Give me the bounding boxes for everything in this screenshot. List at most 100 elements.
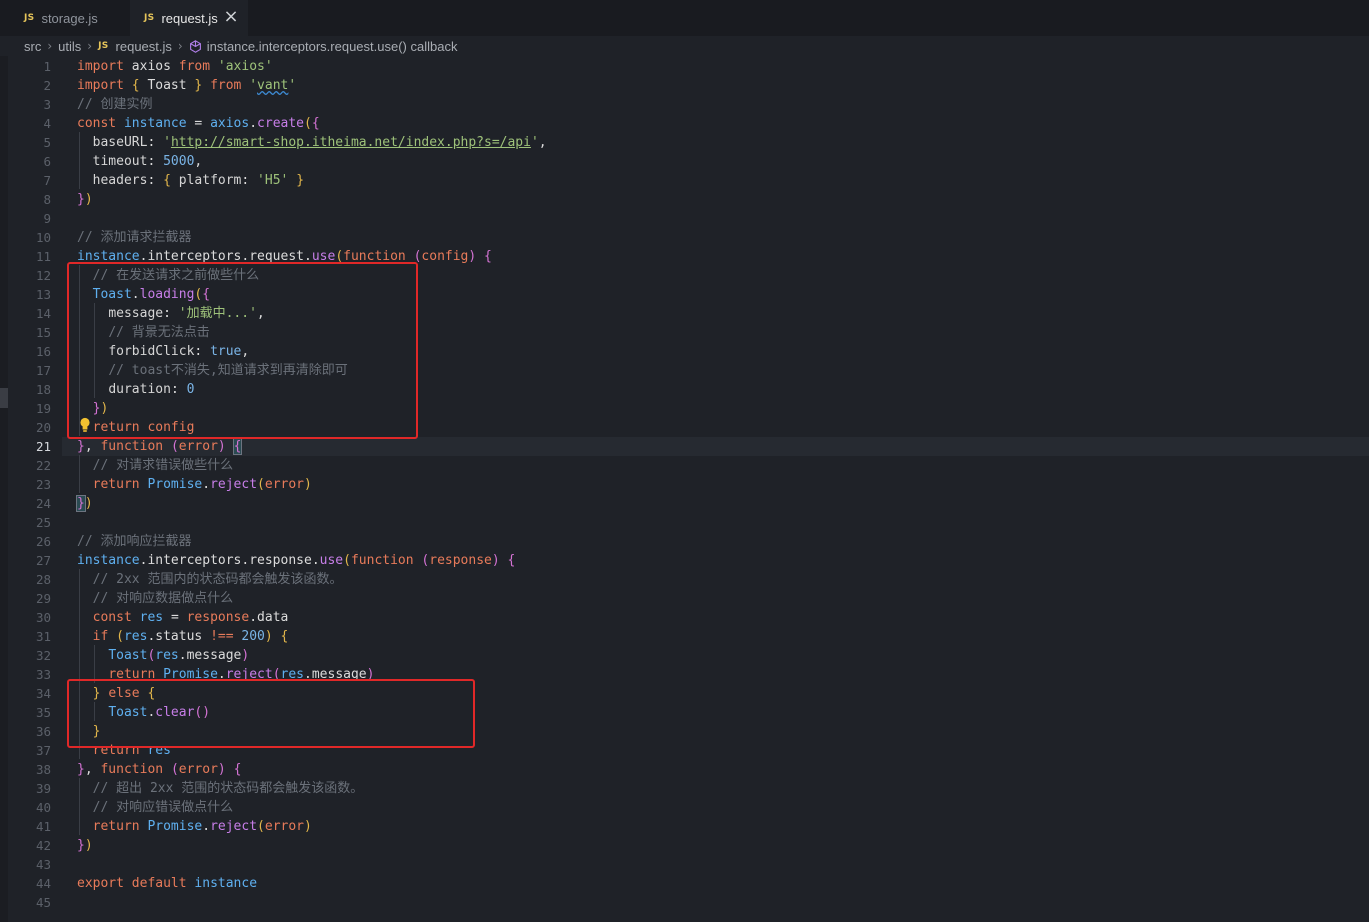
line-number: 24 [35, 496, 51, 511]
indent-guide [79, 132, 80, 189]
tab-bar: JS storage.js JS request.js × [0, 0, 1369, 36]
line-number: 29 [35, 591, 51, 606]
line-number: 7 [43, 173, 51, 188]
line-number: 16 [35, 344, 51, 359]
code-line[interactable]: 7 headers: { platform: 'H5' } [0, 171, 1369, 190]
indent-guide [79, 455, 80, 493]
line-code: // 添加请求拦截器 [77, 230, 192, 245]
line-code: }, function (error) { [77, 762, 242, 777]
line-code: }) [76, 495, 93, 512]
code-line[interactable]: 10 // 添加请求拦截器 [0, 228, 1369, 247]
code-line[interactable]: 26 // 添加响应拦截器 [0, 532, 1369, 551]
line-number: 19 [35, 401, 51, 416]
line-number: 8 [43, 192, 51, 207]
breadcrumb-item-src[interactable]: src [24, 39, 41, 54]
line-number: 37 [35, 743, 51, 758]
line-code: import axios from 'axios' [77, 59, 273, 74]
code-line[interactable]: 42}) [0, 836, 1369, 855]
code-line[interactable]: 4 const instance = axios.create({ [0, 114, 1369, 133]
code-line[interactable]: 22 // 对请求错误做些什么 [0, 456, 1369, 475]
code-line[interactable]: 32 Toast(res.message) [0, 646, 1369, 665]
code-line[interactable]: 1 import axios from 'axios' [0, 57, 1369, 76]
chevron-right-icon: › [47, 39, 53, 53]
line-number: 41 [35, 819, 51, 834]
line-code: // 2xx 范围内的状态码都会触发该函数。 [92, 572, 343, 587]
code-line[interactable]: 41 return Promise.reject(error) [0, 817, 1369, 836]
indent-guide [94, 645, 95, 683]
line-number: 4 [43, 116, 51, 131]
code-line[interactable]: 40 // 对响应错误做点什么 [0, 798, 1369, 817]
line-code: export default instance [77, 876, 258, 891]
code-line[interactable]: 6 timeout: 5000, [0, 152, 1369, 171]
red-box-else-clear [67, 679, 475, 748]
line-number: 43 [35, 857, 51, 872]
code-line[interactable]: 5 baseURL: 'http://smart-shop.itheima.ne… [0, 133, 1369, 152]
line-number: 2 [43, 78, 51, 93]
line-number: 44 [35, 876, 51, 891]
code-line[interactable]: 23 return Promise.reject(error) [0, 475, 1369, 494]
line-code: // 超出 2xx 范围的状态码都会触发该函数。 [92, 781, 364, 796]
line-number: 11 [35, 249, 51, 264]
line-code: if (res.status !== 200) { [92, 629, 289, 644]
code-line[interactable]: 29 // 对响应数据做点什么 [0, 589, 1369, 608]
chevron-right-icon: › [87, 39, 93, 53]
line-number: 23 [35, 477, 51, 492]
code-line[interactable]: 44 export default instance [0, 874, 1369, 893]
line-number: 39 [35, 781, 51, 796]
line-number: 20 [35, 420, 51, 435]
line-number: 40 [35, 800, 51, 815]
tab-label: request.js [161, 10, 218, 26]
indent-guide [79, 778, 80, 835]
code-line[interactable]: 28 // 2xx 范围内的状态码都会触发该函数。 [0, 570, 1369, 589]
breadcrumb-item-utils[interactable]: utils [58, 39, 81, 54]
code-line[interactable]: 38}, function (error) { [0, 760, 1369, 779]
code-line[interactable]: 21}, function (error) { [0, 437, 1369, 456]
line-number: 15 [35, 325, 51, 340]
line-number: 10 [35, 230, 51, 245]
line-code: instance.interceptors.response.use(funct… [77, 553, 516, 568]
tab-storage-js[interactable]: JS storage.js [0, 0, 128, 36]
code-line[interactable]: 45 [0, 893, 1369, 912]
code-line[interactable]: 8}) [0, 190, 1369, 209]
code-line[interactable]: 30 const res = response.data [0, 608, 1369, 627]
symbol-method-icon [189, 39, 201, 53]
line-number: 35 [35, 705, 51, 720]
breadcrumb-item-file[interactable]: request.js [116, 39, 172, 54]
line-number: 9 [43, 211, 51, 226]
code-line[interactable]: 24}) [0, 494, 1369, 513]
line-number: 42 [35, 838, 51, 853]
line-code: // 创建实例 [77, 97, 153, 112]
line-number: 17 [35, 363, 51, 378]
chevron-right-icon: › [177, 39, 183, 53]
line-number: 34 [35, 686, 51, 701]
line-code: baseURL: 'http://smart-shop.itheima.net/… [92, 135, 547, 150]
line-number: 45 [35, 895, 51, 910]
code-line[interactable]: 2 import { Toast } from 'vant' [0, 76, 1369, 95]
line-number: 26 [35, 534, 51, 549]
code-line[interactable]: 25 [0, 513, 1369, 532]
breadcrumb: src › utils › JS request.js › instance.i… [24, 36, 457, 56]
line-code: const instance = axios.create({ [77, 116, 320, 131]
line-number: 21 [35, 439, 51, 454]
line-code: headers: { platform: 'H5' } [92, 173, 305, 188]
tab-request-js[interactable]: JS request.js × [130, 0, 248, 36]
code-line[interactable]: 43 [0, 855, 1369, 874]
line-code: Toast(res.message) [108, 648, 250, 663]
code-line[interactable]: 9 [0, 209, 1369, 228]
line-number: 33 [35, 667, 51, 682]
line-number: 25 [35, 515, 51, 530]
line-number: 36 [35, 724, 51, 739]
code-line[interactable]: 31 if (res.status !== 200) { [0, 627, 1369, 646]
code-line[interactable]: 39 // 超出 2xx 范围的状态码都会触发该函数。 [0, 779, 1369, 798]
code-line[interactable]: 27 instance.interceptors.response.use(fun… [0, 551, 1369, 570]
close-icon[interactable]: × [222, 8, 240, 26]
code-line[interactable]: 3 // 创建实例 [0, 95, 1369, 114]
line-code: }) [77, 192, 93, 207]
js-file-icon: JS [24, 13, 35, 23]
line-number: 1 [43, 59, 51, 74]
breadcrumb-item-symbol[interactable]: instance.interceptors.request.use() call… [207, 39, 458, 54]
line-code: return Promise.reject(error) [92, 477, 312, 492]
js-file-icon: JS [98, 41, 109, 51]
line-number: 3 [43, 97, 51, 112]
line-code: // 对响应错误做点什么 [92, 800, 234, 815]
